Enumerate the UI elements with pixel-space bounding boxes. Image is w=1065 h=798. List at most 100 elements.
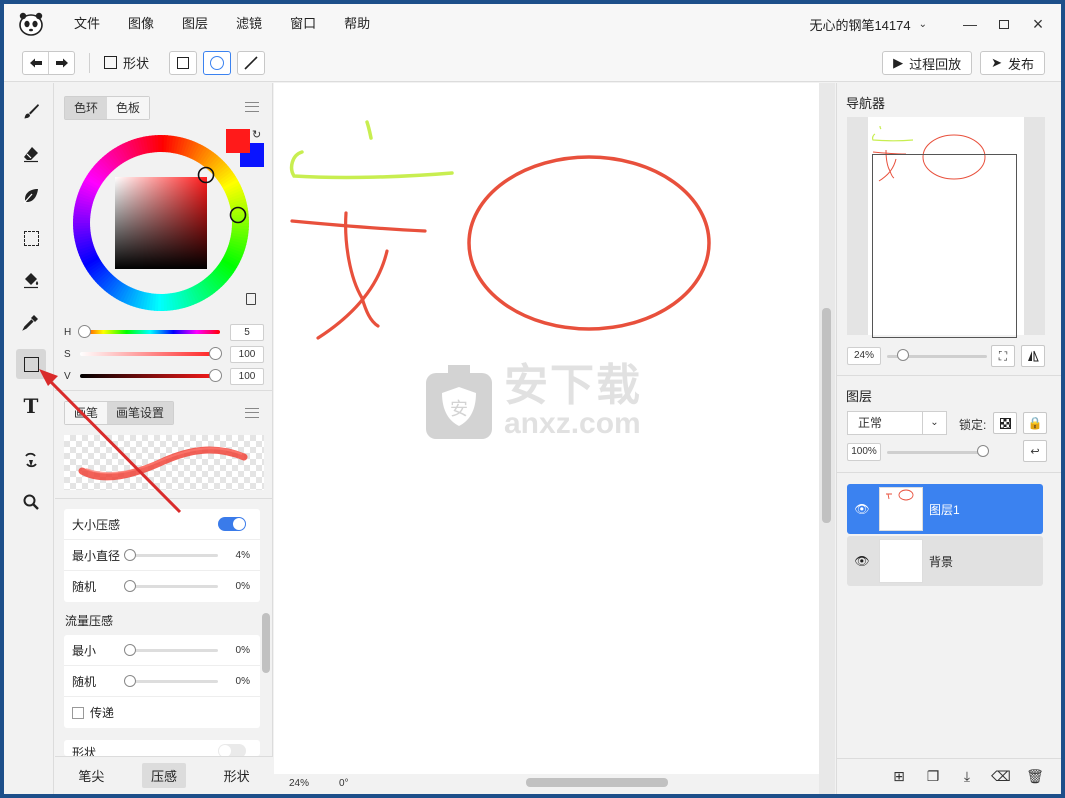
value-slider[interactable]: V 100 [64, 367, 264, 385]
lock-layer-button[interactable]: 🔒 [1023, 412, 1047, 434]
random-slider[interactable] [124, 580, 218, 592]
delete-layer-icon[interactable]: 🗑 [1018, 768, 1052, 785]
eye-icon[interactable]: 👁 [847, 502, 877, 516]
line-icon [244, 55, 258, 70]
clear-layer-icon[interactable]: ⌫ [984, 768, 1018, 785]
navigator-preview[interactable] [847, 117, 1045, 338]
replay-button[interactable]: ▶ 过程回放 [882, 51, 973, 75]
saturation-knob[interactable] [209, 347, 222, 360]
hue-slider[interactable]: H 5 [64, 323, 264, 341]
navigator-zoom-input[interactable]: 24% [847, 347, 881, 365]
merge-down-icon[interactable]: ⤓ [950, 768, 984, 785]
rectangle-shape-button[interactable] [169, 50, 198, 75]
fit-screen-button[interactable]: ⛶ [991, 345, 1015, 367]
panel-divider [55, 390, 273, 391]
eraser-tool[interactable] [16, 139, 46, 169]
shape-mode[interactable]: 形状 [104, 53, 149, 72]
line-shape-button[interactable] [237, 50, 266, 75]
min-diameter-knob[interactable] [124, 548, 136, 561]
tab-pressure[interactable]: 压感 [141, 763, 186, 788]
menu-layer[interactable]: 图层 [168, 4, 222, 44]
menu-window[interactable]: 窗口 [276, 4, 330, 44]
document-title[interactable]: 无心的钢笔14174 [809, 15, 910, 34]
publish-button[interactable]: ➤ 发布 [980, 51, 1045, 75]
saturation-value[interactable]: 100 [230, 345, 264, 363]
maximize-button[interactable] [987, 4, 1021, 44]
drawing-canvas[interactable]: 安 安下载 anxz.com [274, 83, 819, 774]
tab-brush-settings[interactable]: 画笔设置 [107, 402, 174, 424]
hue-value[interactable]: 5 [230, 323, 264, 341]
undo-redo-group [22, 50, 75, 75]
navigator-viewport-frame[interactable] [872, 154, 1017, 338]
text-tool[interactable]: T [16, 391, 46, 421]
fill-tool[interactable] [16, 265, 46, 295]
ellipse-shape-button[interactable] [203, 50, 232, 75]
minimize-button[interactable]: — [953, 4, 987, 44]
value-value[interactable]: 100 [230, 367, 264, 385]
close-button[interactable]: × [1021, 4, 1055, 44]
color-menu-icon[interactable] [245, 102, 259, 112]
layer-name[interactable]: 图层1 [929, 501, 960, 518]
transfer-row[interactable]: 传递 [64, 697, 260, 728]
navigator-zoom-knob[interactable] [897, 349, 909, 361]
color-wheel[interactable] [72, 134, 250, 312]
red-stroke-horizontal [290, 219, 427, 233]
menu-filter[interactable]: 滤镜 [222, 4, 276, 44]
copy-icon[interactable] [246, 293, 256, 305]
layer-opacity-slider[interactable] [887, 451, 987, 454]
tab-swatches[interactable]: 色板 [107, 97, 150, 119]
tab-color-wheel[interactable]: 色环 [65, 97, 108, 119]
hue-knob[interactable] [78, 325, 91, 338]
menu-file[interactable]: 文件 [60, 4, 114, 44]
swap-colors-icon[interactable]: ↻ [252, 128, 261, 141]
redo-button[interactable] [49, 52, 74, 74]
brush-tool[interactable] [16, 97, 46, 127]
random-knob[interactable] [124, 580, 136, 592]
canvas-horizontal-scrollbar[interactable] [526, 778, 668, 787]
value-knob[interactable] [209, 369, 222, 382]
layer-name[interactable]: 背景 [929, 553, 953, 570]
menu-image[interactable]: 图像 [114, 4, 168, 44]
toolbar-divider [89, 52, 90, 73]
brush-menu-icon[interactable] [245, 408, 259, 418]
layer-item-background[interactable]: 👁 背景 [847, 536, 1043, 586]
layer-opacity-input[interactable]: 100% [847, 443, 881, 461]
marquee-tool[interactable] [16, 223, 46, 253]
duplicate-layer-icon[interactable]: ❐ [916, 768, 950, 785]
eyedropper-tool[interactable] [16, 307, 46, 337]
zoom-tool[interactable] [16, 487, 46, 517]
layer-opacity-knob[interactable] [977, 445, 989, 457]
menu-help[interactable]: 帮助 [330, 4, 384, 44]
saturation-slider[interactable]: S 100 [64, 345, 264, 363]
clip-layer-button[interactable]: ↩ [1023, 440, 1047, 462]
canvas-vertical-scrollbar[interactable] [822, 308, 831, 523]
lock-transparency-button[interactable] [993, 412, 1017, 434]
tab-brush-tip[interactable]: 笔尖 [69, 763, 113, 788]
blend-mode-select[interactable]: 正常 ⌄ [847, 411, 947, 435]
min-diameter-slider[interactable] [124, 548, 218, 561]
flow-min-slider[interactable] [124, 643, 218, 656]
flow-random-slider[interactable] [124, 674, 218, 687]
primary-color-swatch[interactable] [226, 129, 250, 153]
add-layer-icon[interactable]: ⊞ [882, 768, 916, 785]
svg-text:安: 安 [450, 399, 468, 420]
size-pressure-toggle[interactable] [218, 517, 246, 531]
chevron-down-icon[interactable]: ⌄ [919, 19, 927, 30]
transfer-checkbox[interactable] [72, 706, 84, 719]
flow-min-knob[interactable] [124, 643, 136, 656]
undo-button[interactable] [23, 52, 48, 74]
panel-scrollbar[interactable] [262, 613, 270, 673]
tab-brush[interactable]: 画笔 [65, 402, 108, 424]
flow-random-knob[interactable] [124, 674, 136, 687]
eye-icon[interactable]: 👁 [847, 554, 877, 568]
tab-shape[interactable]: 形状 [215, 763, 259, 788]
flip-canvas-button[interactable] [1021, 345, 1045, 367]
shape-toggle[interactable] [218, 744, 246, 756]
rectangle-tool[interactable] [16, 349, 46, 379]
random-row: 随机 0% [64, 571, 260, 602]
layer-item-layer1[interactable]: 👁 图层1 [847, 484, 1043, 534]
transform-tool[interactable] [16, 445, 46, 475]
flow-random-label: 随机 [72, 674, 97, 689]
circle-icon [210, 55, 225, 70]
smudge-tool[interactable] [16, 181, 46, 211]
